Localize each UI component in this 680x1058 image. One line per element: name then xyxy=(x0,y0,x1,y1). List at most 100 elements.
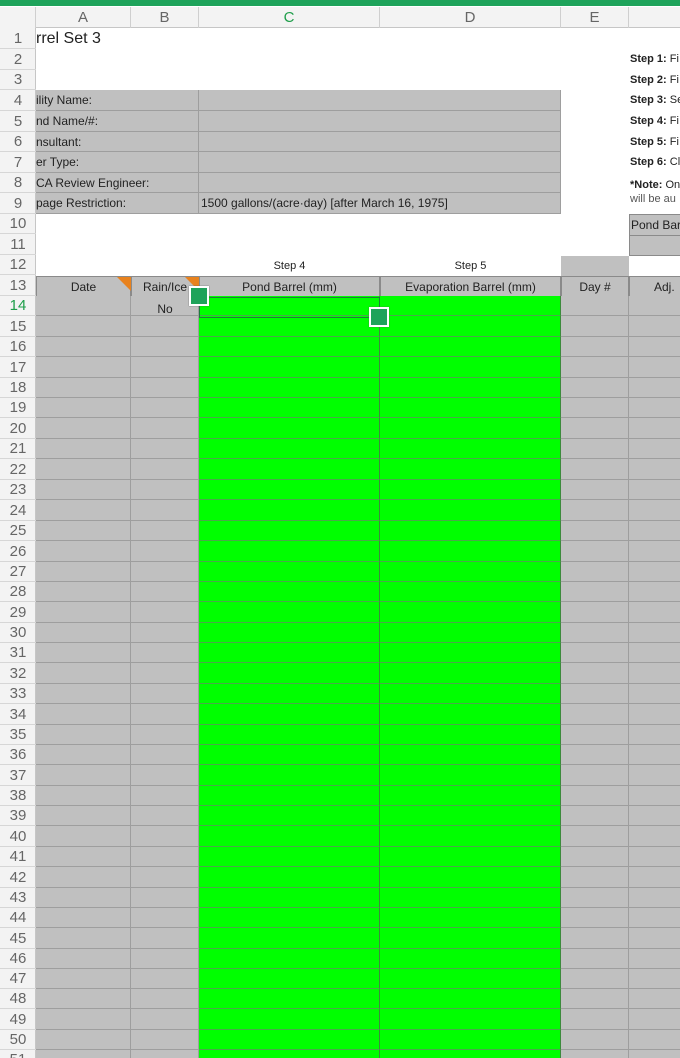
date-cell[interactable] xyxy=(36,296,131,316)
pond-barrel-cell[interactable] xyxy=(199,439,380,459)
evaporation-barrel-cell[interactable] xyxy=(380,316,561,337)
row-header-11[interactable]: 11 xyxy=(0,234,36,255)
date-cell[interactable] xyxy=(36,398,131,418)
adj-cell[interactable] xyxy=(629,643,680,663)
rain-ice-cell[interactable] xyxy=(131,582,199,602)
pond-barrel-cell[interactable] xyxy=(199,725,380,745)
row-header-5[interactable]: 5 xyxy=(0,111,36,132)
evaporation-barrel-cell[interactable] xyxy=(380,541,561,562)
date-cell[interactable] xyxy=(36,847,131,867)
rain-ice-cell[interactable] xyxy=(131,663,199,684)
row-header-16[interactable]: 16 xyxy=(0,337,36,357)
row-header-40[interactable]: 40 xyxy=(0,826,36,847)
day-number-cell[interactable] xyxy=(561,480,629,500)
step-item[interactable]: Step 4: Fi xyxy=(630,111,680,132)
adj-cell[interactable] xyxy=(629,1009,680,1030)
pond-barrel-cell[interactable] xyxy=(199,888,380,908)
rain-ice-cell[interactable] xyxy=(131,541,199,562)
evaporation-barrel-cell[interactable] xyxy=(380,296,561,316)
row-header-15[interactable]: 15 xyxy=(0,316,36,337)
rain-ice-cell[interactable] xyxy=(131,418,199,439)
evaporation-barrel-cell[interactable] xyxy=(380,806,561,826)
adj-cell[interactable] xyxy=(629,888,680,908)
date-cell[interactable] xyxy=(36,888,131,908)
pond-barrel-cell[interactable] xyxy=(199,969,380,989)
pond-barrel-cell[interactable] xyxy=(199,602,380,623)
adj-cell[interactable] xyxy=(629,867,680,888)
pond-barrel-cell[interactable] xyxy=(199,378,380,398)
pond-barrel-cell[interactable] xyxy=(199,1050,380,1058)
adj-cell[interactable] xyxy=(629,786,680,806)
evaporation-barrel-cell[interactable] xyxy=(380,786,561,806)
rain-ice-cell[interactable] xyxy=(131,1009,199,1030)
rain-ice-cell[interactable] xyxy=(131,439,199,459)
info-label[interactable]: nsultant: xyxy=(36,132,199,152)
date-cell[interactable] xyxy=(36,989,131,1009)
adj-cell[interactable] xyxy=(629,418,680,439)
rain-ice-cell[interactable] xyxy=(131,337,199,357)
adj-cell[interactable] xyxy=(629,378,680,398)
pond-barrel-cell[interactable] xyxy=(199,398,380,418)
date-cell[interactable] xyxy=(36,602,131,623)
row-header-37[interactable]: 37 xyxy=(0,765,36,786)
rain-ice-cell[interactable] xyxy=(131,480,199,500)
date-cell[interactable] xyxy=(36,826,131,847)
date-cell[interactable] xyxy=(36,500,131,521)
day-number-cell[interactable] xyxy=(561,623,629,643)
day-number-cell[interactable] xyxy=(561,826,629,847)
selection-end-handle[interactable] xyxy=(369,307,389,327)
selection-start-handle[interactable] xyxy=(189,286,209,306)
pond-barrel-cell[interactable] xyxy=(199,480,380,500)
pond-barrel-cell[interactable] xyxy=(199,562,380,582)
column-header-d[interactable]: D xyxy=(380,7,561,28)
row-header-19[interactable]: 19 xyxy=(0,398,36,418)
rain-ice-cell[interactable] xyxy=(131,398,199,418)
adj-cell[interactable] xyxy=(629,541,680,562)
date-cell[interactable] xyxy=(36,582,131,602)
rain-ice-cell[interactable] xyxy=(131,643,199,663)
pond-barrel-cell[interactable] xyxy=(199,867,380,888)
evaporation-barrel-cell[interactable] xyxy=(380,602,561,623)
adj-cell[interactable] xyxy=(629,398,680,418)
date-cell[interactable] xyxy=(36,949,131,969)
day-number-cell[interactable] xyxy=(561,500,629,521)
select-all-corner[interactable] xyxy=(0,7,36,28)
day-number-cell[interactable] xyxy=(561,1050,629,1058)
rain-ice-cell[interactable] xyxy=(131,357,199,378)
row-header-26[interactable]: 26 xyxy=(0,541,36,562)
row-header-6[interactable]: 6 xyxy=(0,132,36,152)
info-label[interactable]: ility Name: xyxy=(36,90,199,111)
row-header-17[interactable]: 17 xyxy=(0,357,36,378)
rain-ice-cell[interactable] xyxy=(131,867,199,888)
evaporation-barrel-cell[interactable] xyxy=(380,378,561,398)
day-number-cell[interactable] xyxy=(561,378,629,398)
pond-barrel-cell[interactable] xyxy=(199,908,380,928)
adj-cell[interactable] xyxy=(629,357,680,378)
pond-barrel-cell[interactable] xyxy=(199,582,380,602)
pond-barrel-cell[interactable] xyxy=(199,704,380,725)
evaporation-barrel-cell[interactable] xyxy=(380,500,561,521)
day-number-cell[interactable] xyxy=(561,541,629,562)
adj-cell[interactable] xyxy=(629,439,680,459)
day-number-cell[interactable] xyxy=(561,337,629,357)
adj-cell[interactable] xyxy=(629,725,680,745)
evaporation-barrel-cell[interactable] xyxy=(380,562,561,582)
pond-bar-value-cell[interactable] xyxy=(629,236,680,256)
row-header-46[interactable]: 46 xyxy=(0,949,36,969)
date-cell[interactable] xyxy=(36,806,131,826)
info-value[interactable] xyxy=(199,132,561,152)
adj-cell[interactable] xyxy=(629,949,680,969)
row-header-47[interactable]: 47 xyxy=(0,969,36,989)
row-header-9[interactable]: 9 xyxy=(0,193,36,214)
rain-ice-cell[interactable] xyxy=(131,1050,199,1058)
day-number-cell[interactable] xyxy=(561,684,629,704)
day-number-cell[interactable] xyxy=(561,663,629,684)
step-item[interactable]: Step 2: Fi xyxy=(630,70,680,90)
pond-barrel-cell[interactable] xyxy=(199,337,380,357)
evaporation-barrel-cell[interactable] xyxy=(380,623,561,643)
rain-ice-cell[interactable] xyxy=(131,928,199,949)
row-header-3[interactable]: 3 xyxy=(0,70,36,90)
row-header-31[interactable]: 31 xyxy=(0,643,36,663)
adj-cell[interactable] xyxy=(629,602,680,623)
row-header-48[interactable]: 48 xyxy=(0,989,36,1009)
